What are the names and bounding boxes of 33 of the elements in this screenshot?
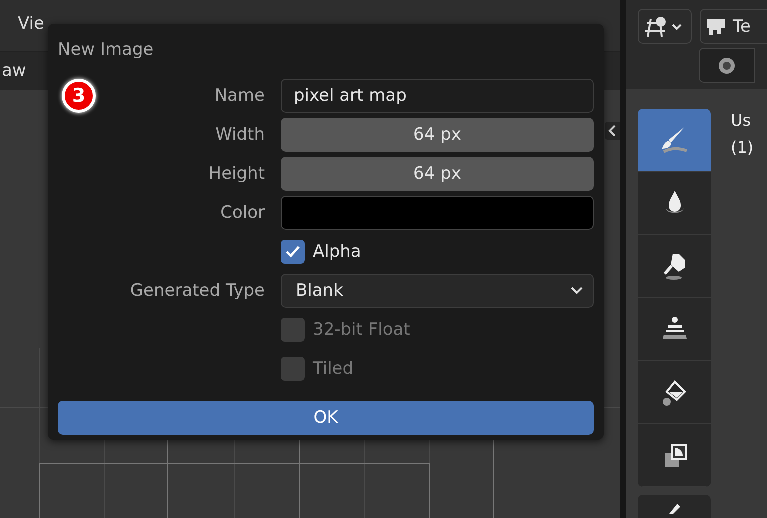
field-label: Width bbox=[216, 125, 265, 145]
chevron-icon bbox=[608, 125, 618, 137]
field-label: Color bbox=[220, 203, 265, 223]
type-dropdown[interactable]: Blank bbox=[281, 274, 594, 308]
gizmo-dropdown[interactable] bbox=[638, 9, 692, 44]
ok-button[interactable]: OK bbox=[58, 401, 594, 435]
panel-tab[interactable]: aw bbox=[0, 61, 26, 81]
number-field[interactable]: 64 px bbox=[281, 118, 594, 152]
checkbox-label: Tiled bbox=[313, 359, 354, 379]
texture-icon bbox=[705, 16, 727, 36]
menu-item[interactable]: Vie bbox=[18, 14, 44, 34]
number-field[interactable]: 64 px bbox=[281, 157, 594, 191]
sphere-icon bbox=[717, 56, 737, 76]
color-swatch[interactable] bbox=[281, 196, 594, 230]
collapse-button[interactable] bbox=[605, 122, 620, 140]
mode-dropdown[interactable]: Te bbox=[700, 9, 767, 44]
mode-label: Te bbox=[733, 16, 751, 36]
field-label: Generated Type bbox=[130, 281, 265, 301]
checkbox-label: Alpha bbox=[313, 242, 362, 262]
checkbox-label: 32-bit Float bbox=[313, 320, 410, 340]
dialog-title: New Image bbox=[58, 40, 155, 62]
name-field[interactable]: pixel art map bbox=[281, 79, 594, 113]
viewport-label: Us bbox=[731, 111, 752, 130]
field-label: Name bbox=[214, 86, 265, 106]
field-label: Height bbox=[208, 164, 265, 184]
checkmark-icon bbox=[286, 246, 300, 258]
pencil-icon bbox=[668, 504, 680, 514]
step-badge: 3 bbox=[62, 79, 96, 113]
viewport-label: (1) bbox=[731, 138, 754, 157]
chevron-down-icon bbox=[571, 287, 583, 295]
shading-button[interactable] bbox=[699, 48, 755, 83]
tool-button[interactable] bbox=[638, 495, 711, 518]
checkbox[interactable] bbox=[281, 240, 305, 264]
